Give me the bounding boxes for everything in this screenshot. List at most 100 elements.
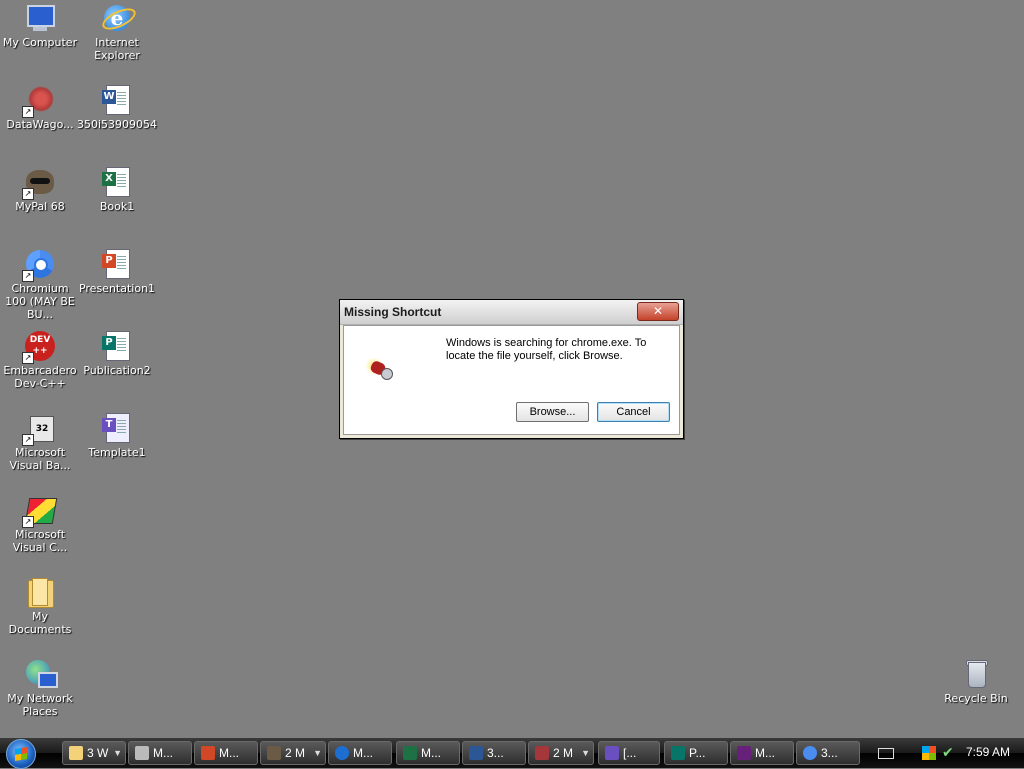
chevron-down-icon: ▼	[581, 748, 590, 758]
desktop-icon-word-doc[interactable]: W 350i53909054	[77, 84, 157, 131]
taskbar-item-explorer[interactable]: 3 W ▼	[62, 741, 126, 765]
desktop-icon-internet-explorer[interactable]: e Internet Explorer	[77, 2, 157, 62]
taskbar-item-internet-explorer[interactable]: M...	[328, 741, 392, 765]
taskbar-item-label: 2 M	[285, 746, 306, 760]
flashlight-search-icon	[364, 356, 398, 382]
missing-shortcut-dialog: Missing Shortcut ✕ Windows is searching …	[339, 299, 684, 439]
system-tray: ✔ 7:59 AM	[870, 741, 1020, 765]
template-document-icon: T	[101, 412, 133, 444]
taskbar-item-label: M...	[153, 746, 173, 760]
desktop-icon-label: 350i53909054	[77, 118, 158, 131]
desktop-icon-visual-cpp[interactable]: ↗ Microsoft Visual C...	[0, 494, 80, 554]
windows-logo-icon	[15, 747, 27, 761]
taskbar-item-visual-studio[interactable]: M...	[730, 741, 794, 765]
paint-brush-icon	[135, 745, 149, 760]
internet-explorer-icon: e	[99, 2, 139, 34]
excel-workbook-icon: X	[101, 166, 133, 198]
desktop-icon-label: My Network Places	[7, 692, 73, 718]
desktop-icon-devcpp[interactable]: DEV ++ ↗ Embarcadero Dev-C++	[0, 330, 80, 390]
desktop-icon-template1[interactable]: T Template1	[77, 412, 157, 459]
start-button[interactable]	[6, 739, 36, 769]
taskbar-item-word[interactable]: 3...	[462, 741, 526, 765]
desktop-icon-label: Microsoft Visual Ba...	[9, 446, 71, 472]
taskbar-item-paint[interactable]: M...	[128, 741, 192, 765]
desktop-icon-presentation1[interactable]: P Presentation1	[77, 248, 157, 295]
dialog-message: Windows is searching for chrome.exe. To …	[446, 337, 647, 362]
browse-button[interactable]: Browse...	[516, 402, 589, 422]
desktop-icon-label: MyPal 68	[15, 200, 65, 213]
devcpp-icon: DEV ++ ↗	[22, 330, 56, 364]
mypal-icon	[267, 745, 281, 760]
clock[interactable]: 7:59 AM	[966, 745, 1010, 759]
desktop-icon-label: My Computer	[2, 36, 78, 49]
desktop-icon-datawago[interactable]: ↗ DataWago...	[0, 84, 80, 131]
desktop-icon-chromium[interactable]: ↗ Chromium 100 (MAY BE BU...	[0, 248, 80, 321]
taskbar-item-publisher[interactable]: P...	[664, 741, 728, 765]
desktop-icon-label: Publication2	[83, 364, 151, 377]
mypal-raccoon-icon: ↗	[22, 166, 56, 200]
dialog-titlebar[interactable]: Missing Shortcut ✕	[340, 300, 683, 325]
desktop-icon-label: Presentation1	[78, 282, 156, 295]
my-documents-folder-icon	[24, 576, 56, 608]
taskbar-item-label: M...	[755, 746, 775, 760]
access-icon	[535, 745, 549, 760]
powerpoint-icon	[201, 745, 215, 760]
word-icon	[469, 745, 483, 760]
desktop-icon-book1[interactable]: X Book1	[77, 166, 157, 213]
visual-studio-icon	[737, 745, 751, 760]
visual-cpp-icon: ↗	[22, 494, 58, 528]
taskbar-item-template[interactable]: [...	[598, 741, 660, 765]
template-icon	[605, 745, 619, 760]
desktop-icon-network-places[interactable]: My Network Places	[0, 658, 80, 718]
desktop-icon-label: My Documents	[8, 610, 72, 636]
network-places-icon	[24, 658, 58, 690]
desktop-icon-my-documents[interactable]: My Documents	[0, 576, 80, 636]
taskbar-item-label: 2 M	[553, 746, 574, 760]
visual-basic-icon: 32 ↗	[22, 412, 56, 446]
publisher-document-icon: P	[101, 330, 133, 362]
desktop-icon-label: Embarcadero Dev-C++	[3, 364, 77, 390]
desktop-icon-publication2[interactable]: P Publication2	[77, 330, 157, 377]
desktop-icon-label: Microsoft Visual C...	[12, 528, 68, 554]
taskbar-item-mypal[interactable]: 2 M ▼	[260, 741, 326, 765]
chromium-icon	[803, 745, 817, 760]
network-status-icon[interactable]: ✔	[942, 745, 954, 761]
word-document-icon: W	[101, 84, 133, 116]
chromium-icon: ↗	[22, 248, 56, 282]
my-computer-icon	[24, 2, 56, 34]
taskbar-item-powerpoint[interactable]: M...	[194, 741, 258, 765]
desktop-icon-my-computer[interactable]: My Computer	[0, 2, 80, 49]
taskbar-item-label: 3 W	[87, 746, 109, 760]
excel-icon	[403, 745, 417, 760]
taskbar-item-label: M...	[421, 746, 441, 760]
taskbar-item-chromium[interactable]: 3...	[796, 741, 860, 765]
taskbar-item-label: 3...	[821, 746, 838, 760]
taskbar-item-excel[interactable]: M...	[396, 741, 460, 765]
desktop-icon-label: Book1	[99, 200, 135, 213]
taskbar-item-access[interactable]: 2 M ▼	[528, 741, 594, 765]
recycle-bin-icon	[960, 658, 992, 690]
desktop-icon-label: DataWago...	[6, 118, 74, 131]
powerpoint-presentation-icon: P	[101, 248, 133, 280]
desktop-icon-label: Template1	[88, 446, 146, 459]
publisher-icon	[671, 745, 685, 760]
keyboard-icon[interactable]	[878, 748, 894, 759]
chevron-down-icon: ▼	[113, 748, 122, 758]
cancel-button[interactable]: Cancel	[597, 402, 670, 422]
desktop-icon-label: Chromium 100 (MAY BE BU...	[5, 282, 75, 321]
chevron-down-icon: ▼	[313, 748, 322, 758]
dialog-body: Windows is searching for chrome.exe. To …	[343, 325, 680, 435]
close-button[interactable]: ✕	[637, 302, 679, 321]
taskbar-item-label: M...	[219, 746, 239, 760]
desktop-icon-label: Recycle Bin	[944, 692, 1008, 705]
taskbar: 3 W ▼ M... M... 2 M ▼ M... M... 3... 2 M ▼ …	[0, 738, 1024, 769]
office-tray-icon[interactable]	[922, 746, 936, 760]
taskbar-item-label: 3...	[487, 746, 504, 760]
desktop-icon-mypal[interactable]: ↗ MyPal 68	[0, 166, 80, 213]
desktop-icon-visual-basic[interactable]: 32 ↗ Microsoft Visual Ba...	[0, 412, 80, 472]
close-icon: ✕	[652, 304, 664, 318]
desktop-icon-label: Internet Explorer	[94, 36, 140, 62]
taskbar-item-label: [...	[623, 746, 637, 760]
taskbar-item-label: M...	[353, 746, 373, 760]
desktop-icon-recycle-bin[interactable]: Recycle Bin	[936, 658, 1016, 705]
